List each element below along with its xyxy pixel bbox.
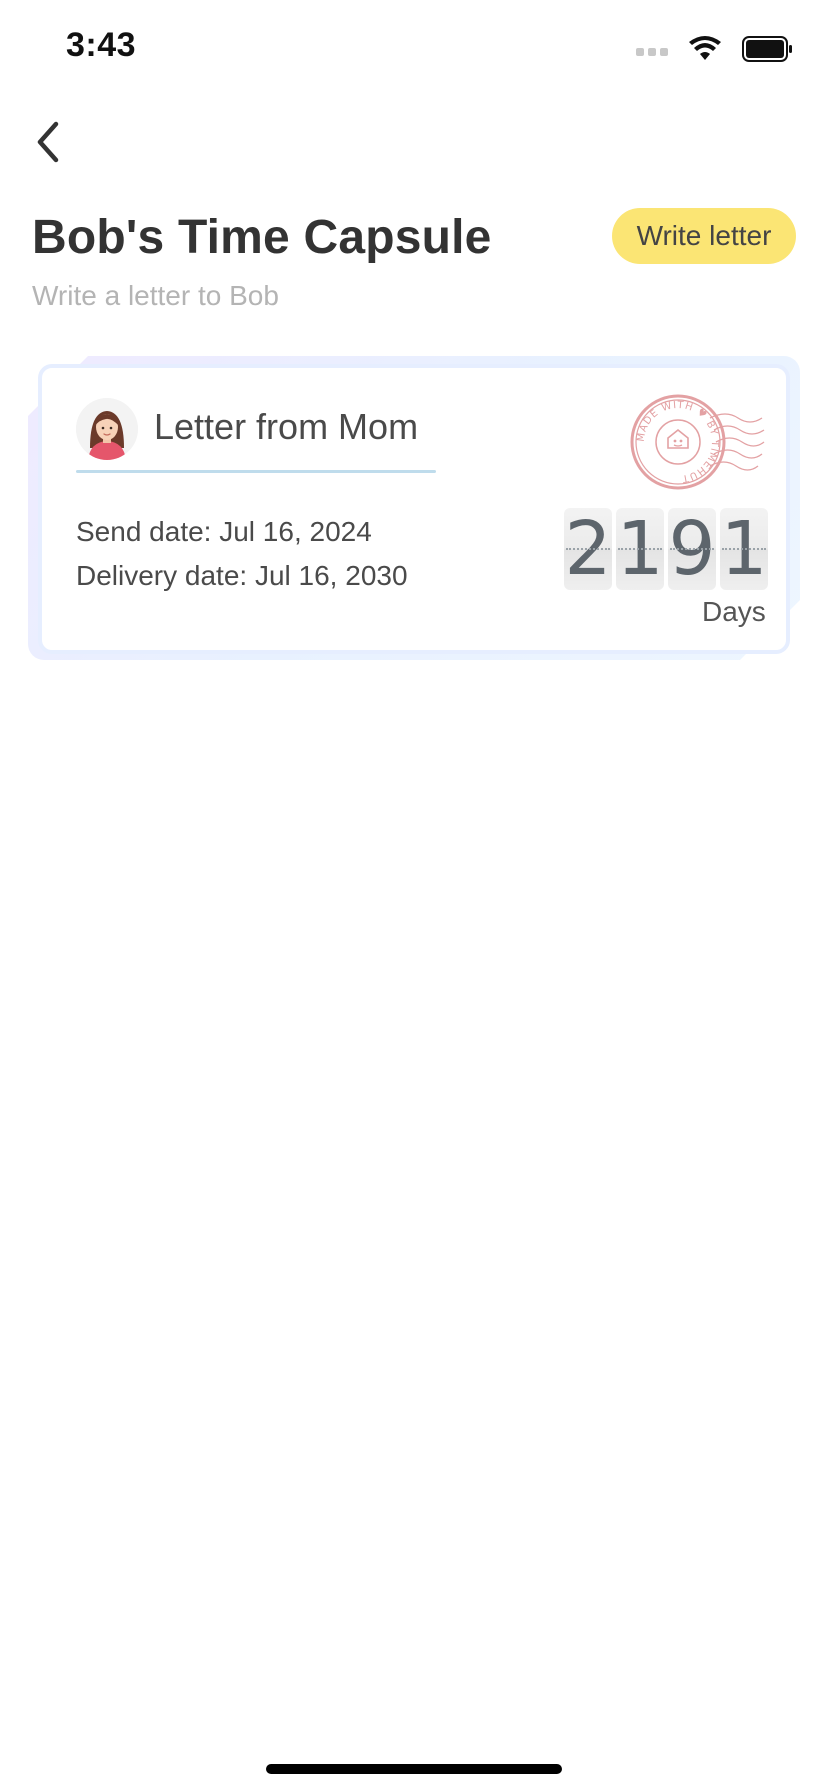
send-date: Send date: Jul 16, 2024 <box>76 516 372 547</box>
page-subtitle: Write a letter to Bob <box>32 280 279 311</box>
title-underline <box>76 470 436 473</box>
counter-digit: 1 <box>720 506 768 592</box>
wifi-icon <box>688 36 722 62</box>
delivery-date: Delivery date: Jul 16, 2030 <box>76 560 408 591</box>
counter-digit: 1 <box>616 506 664 592</box>
counter-digit: 2 <box>564 506 612 592</box>
days-label: Days <box>702 596 766 627</box>
counter-digit: 9 <box>668 506 716 592</box>
home-indicator[interactable] <box>266 1764 562 1774</box>
status-icons <box>636 36 794 62</box>
days-counter: 2 1 9 1 <box>564 506 768 592</box>
chevron-left-icon <box>37 121 59 163</box>
postmark-stamp-icon: MADE WITH ♥ BY TIMEHUT <box>626 390 766 494</box>
write-letter-button[interactable]: Write letter <box>612 208 796 264</box>
status-bar: 3:43 <box>0 0 828 100</box>
page-title: Bob's Time Capsule <box>32 211 492 264</box>
letter-card-body: Letter from Mom Send date: Jul 16, 2024 … <box>38 364 790 654</box>
signal-icon <box>636 42 668 56</box>
status-time: 3:43 <box>66 26 137 64</box>
letter-card[interactable]: Letter from Mom Send date: Jul 16, 2024 … <box>28 356 800 660</box>
battery-icon <box>742 36 794 62</box>
back-button[interactable] <box>18 112 78 172</box>
mom-avatar <box>76 398 138 460</box>
letter-title: Letter from Mom <box>154 406 419 447</box>
